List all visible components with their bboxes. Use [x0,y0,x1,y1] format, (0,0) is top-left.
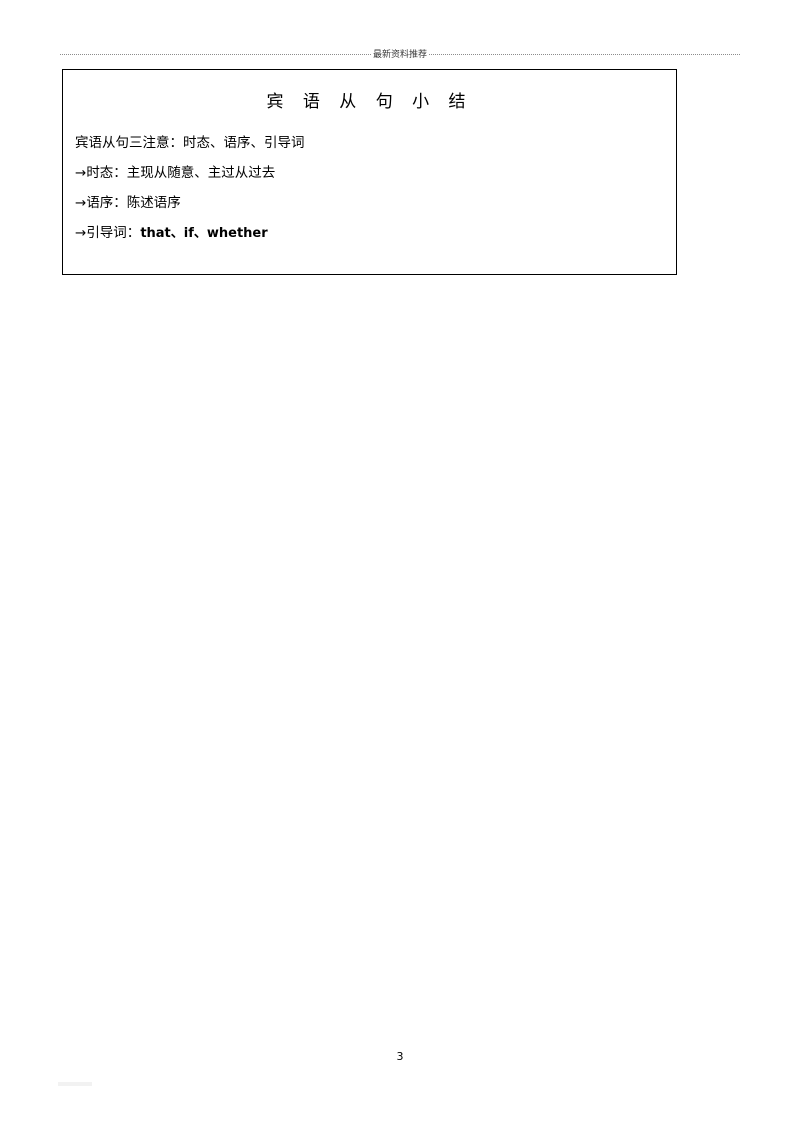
body-line-tense-text: 时态：主现从随意、主过从过去 [86,165,276,181]
conjunction-words: that、if、whether [140,226,268,241]
arrow-marker-order: → [75,195,87,211]
body-line-conjunction: →引导词：that、if、whether [75,218,676,249]
box-body: 宾语从句三注意：时态、语序、引导词 →时态：主现从随意、主过从过去 →语序：陈述… [63,128,676,249]
watermark-dots-left [60,53,371,55]
body-line-tense: →时态：主现从随意、主过从过去 [75,158,676,188]
arrow-marker-conjunction: → [75,225,87,241]
body-line-order-text: 语序：陈述语序 [86,195,181,211]
watermark-dots-right [429,53,741,55]
summary-box: 宾 语 从 句 小 结 宾语从句三注意：时态、语序、引导词 →时态：主现从随意、… [62,69,677,275]
page-artifact [58,1082,92,1086]
body-line-conjunction-text: 引导词： [86,225,141,241]
watermark-header: 最新资料推荐 [60,46,741,60]
page-number: 3 [396,1050,404,1063]
watermark-text: 最新资料推荐 [373,49,428,60]
document-page: 最新资料推荐 宾 语 从 句 小 结 宾语从句三注意：时态、语序、引导词 →时态… [0,0,800,1133]
body-line-order: →语序：陈述语序 [75,188,676,218]
body-line-intro: 宾语从句三注意：时态、语序、引导词 [75,128,676,158]
arrow-marker-tense: → [75,165,87,181]
body-line-intro-text: 宾语从句三注意：时态、语序、引导词 [75,135,305,151]
box-title: 宾 语 从 句 小 结 [266,92,473,112]
